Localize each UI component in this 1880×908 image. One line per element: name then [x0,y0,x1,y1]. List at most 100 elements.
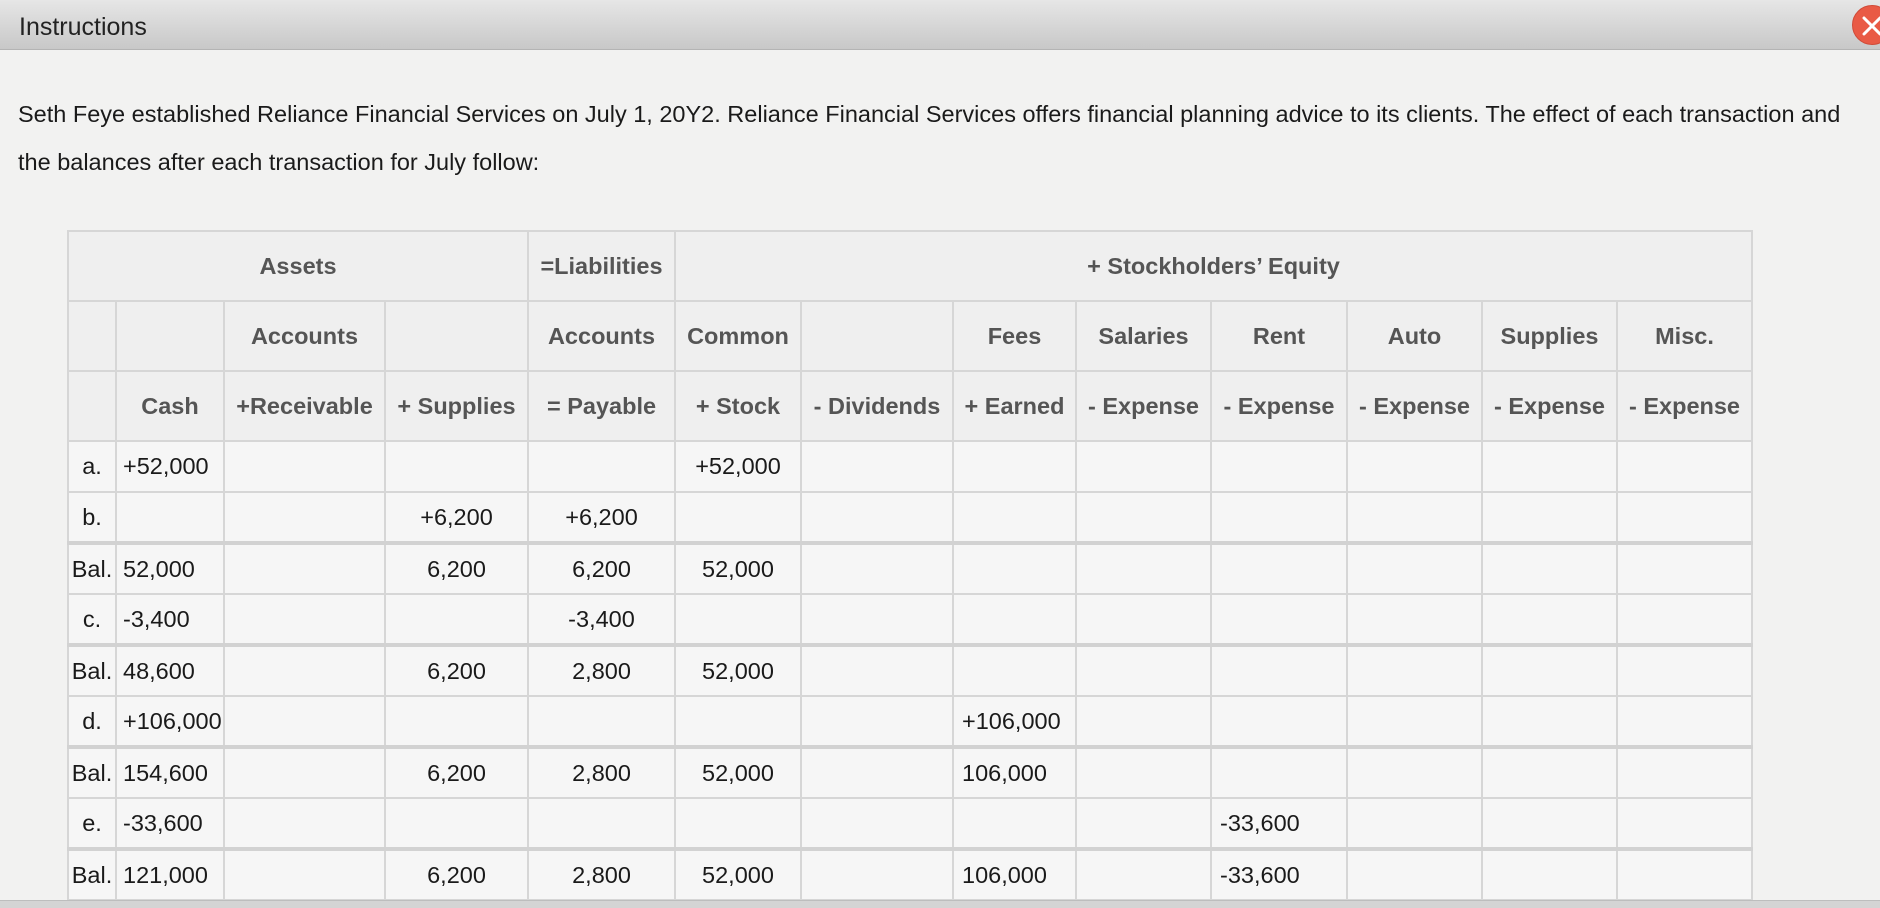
row-label: e. [67,797,117,850]
row-label: b. [67,491,117,544]
table-cell [1616,695,1753,748]
table-cell [1481,593,1618,646]
row-label: Bal. [67,745,117,799]
table-cell: -3,400 [527,593,676,646]
table-cell [800,797,954,850]
group-header-row: Assets =Liabilities + Stockholders’ Equi… [67,230,1753,302]
table-cell [384,440,529,493]
transaction-row: e. -33,600 -33,600 [67,797,1753,850]
column-header: = Payable [527,370,676,442]
table-cell [1481,797,1618,850]
table-cell [1481,745,1618,799]
table-cell: 6,200 [384,541,529,595]
column-header: Rent [1210,300,1348,372]
table-cell [800,541,954,595]
table-cell: 2,800 [527,847,676,901]
column-header: Accounts [223,300,386,372]
table-cell [1616,593,1753,646]
table-cell: 52,000 [674,745,802,799]
table-cell [1346,491,1483,544]
table-cell [1210,643,1348,697]
row-label: Bal. [67,847,117,901]
table-cell [384,797,529,850]
table-cell [800,745,954,799]
row-label: a. [67,440,117,493]
table-cell [674,695,802,748]
table-cell [527,695,676,748]
table-cell [223,797,386,850]
table-cell [1075,440,1212,493]
table-cell [1210,593,1348,646]
table-cell [223,491,386,544]
column-header: - Expense [1075,370,1212,442]
table-cell [674,491,802,544]
table-cell [1481,847,1618,901]
table-cell: 6,200 [384,847,529,901]
table-cell: -3,400 [115,593,225,646]
table-cell [1346,745,1483,799]
row-label: Bal. [67,643,117,697]
column-header: + Stock [674,370,802,442]
balance-row: Bal. 121,000 6,200 2,800 52,000 106,000 -33,60… [67,847,1753,901]
dialog-title: Instructions [19,13,147,41]
column-header: - Expense [1481,370,1618,442]
instructions-text: Seth Feye established Reliance Financial… [18,90,1880,186]
column-header: Auto [1346,300,1483,372]
table-cell [1481,440,1618,493]
table-cell [527,440,676,493]
column-header: Salaries [1075,300,1212,372]
column-header [384,300,529,372]
table-cell: 121,000 [115,847,225,901]
column-header: Fees [952,300,1077,372]
table-cell [1346,541,1483,595]
liabilities-header: =Liabilities [527,230,676,302]
table-cell [952,797,1077,850]
assets-header: Assets [67,230,529,302]
table-cell: -33,600 [1210,847,1348,901]
transactions-table: Assets =Liabilities + Stockholders’ Equi… [67,230,1753,901]
table-cell: +106,000 [952,695,1077,748]
table-cell: 6,200 [384,643,529,697]
table-cell [223,541,386,595]
table-cell: 154,600 [115,745,225,799]
instructions-line-2: the balances after each transaction for … [18,149,540,175]
table-cell: -33,600 [1210,797,1348,850]
table-cell [1210,695,1348,748]
table-cell [1075,491,1212,544]
table-cell: 52,000 [674,643,802,697]
table-cell: +6,200 [384,491,529,544]
table-cell [1616,643,1753,697]
table-cell: 6,200 [384,745,529,799]
column-header: - Expense [1346,370,1483,442]
row-label: Bal. [67,541,117,595]
row-label: c. [67,593,117,646]
table-cell [800,643,954,697]
column-header: + Earned [952,370,1077,442]
table-cell [1346,643,1483,697]
table-cell [1346,847,1483,901]
table-cell [223,643,386,697]
column-header: Cash [115,370,225,442]
instructions-dialog: Instructions Seth Feye established Relia… [0,0,1880,908]
header-row-1: Accounts Accounts Common Fees Salaries Rent Au… [67,300,1753,372]
table-cell [1616,847,1753,901]
close-button[interactable] [1852,5,1880,45]
table-cell [1616,541,1753,595]
column-header [67,300,117,372]
table-cell: 52,000 [115,541,225,595]
column-header: Supplies [1481,300,1618,372]
table-cell [1616,491,1753,544]
balance-row: Bal. 52,000 6,200 6,200 52,000 [67,541,1753,595]
table-cell [800,593,954,646]
transaction-row: a. +52,000 +52,000 [67,440,1753,493]
transaction-row: b. +6,200 +6,200 [67,491,1753,544]
table-cell [674,593,802,646]
column-header [67,370,117,442]
table-cell: 2,800 [527,745,676,799]
table-cell [800,695,954,748]
table-cell: 106,000 [952,847,1077,901]
column-header: - Dividends [800,370,954,442]
row-label: d. [67,695,117,748]
table-cell [1075,541,1212,595]
table-cell [1481,643,1618,697]
